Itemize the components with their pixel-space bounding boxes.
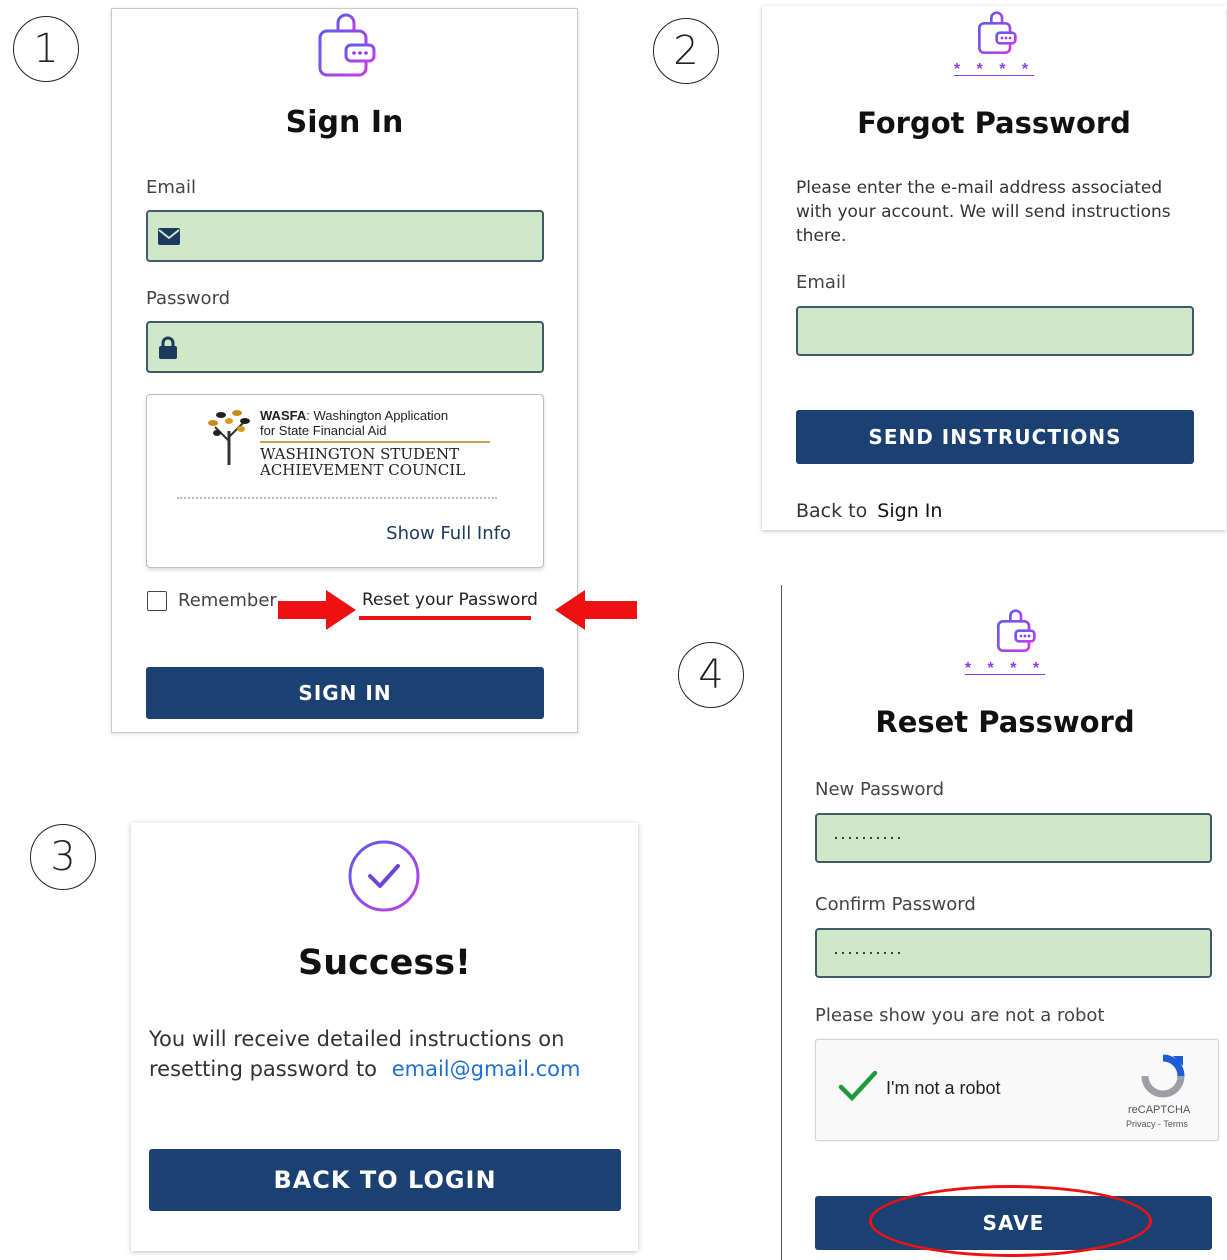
envelope-icon: [158, 228, 180, 245]
email-input[interactable]: [146, 210, 544, 262]
new-password-label: New Password: [815, 779, 945, 800]
forgot-email-input[interactable]: [796, 306, 1194, 356]
council-line-2: ACHIEVEMENT COUNCIL: [260, 461, 466, 479]
back-to-prefix: Back to: [796, 500, 868, 522]
wasfa-info-box: WASFA: Washington Application for State …: [146, 394, 544, 568]
success-line-1: You will receive detailed instructions o…: [149, 1027, 565, 1051]
back-to-row: Back to Sign In: [796, 500, 942, 522]
forgot-email-label: Email: [796, 272, 846, 293]
password-stars: * * * *: [953, 61, 1035, 78]
step-number-3: 3: [30, 824, 96, 890]
panel-divider-line: [781, 585, 782, 1260]
annotation-arrow-right: [555, 590, 637, 630]
forgot-panel: * * * * Forgot Password Please enter the…: [762, 6, 1226, 530]
forgot-title: Forgot Password: [857, 106, 1131, 140]
remember-label: Remember: [178, 590, 277, 611]
recaptcha-logo-icon: [1141, 1054, 1185, 1098]
remember-checkbox[interactable]: [147, 591, 167, 611]
confirm-password-label: Confirm Password: [815, 894, 976, 915]
captcha-links[interactable]: Privacy - Terms: [1126, 1119, 1188, 1129]
confirm-password-value: ··········: [833, 942, 903, 962]
step-number-4: 4: [678, 642, 744, 708]
success-email-link[interactable]: email@gmail.com: [392, 1057, 581, 1081]
step-number-1: 1: [13, 16, 79, 82]
wallet-lock-icon: [997, 609, 1036, 652]
captcha-brand: reCAPTCHA: [1128, 1104, 1191, 1116]
sign-in-button[interactable]: SIGN IN: [146, 667, 544, 719]
new-password-input[interactable]: ··········: [815, 813, 1212, 863]
wallet-lock-icon: [978, 11, 1017, 54]
signin-title: Sign In: [285, 105, 404, 140]
annotation-ellipse: [869, 1185, 1152, 1257]
recaptcha-widget[interactable]: I'm not a robot reCAPTCHA Privacy - Term…: [815, 1039, 1219, 1141]
captcha-label: I'm not a robot: [886, 1078, 1001, 1098]
annotation-arrow-left: [278, 590, 356, 630]
step-number-2: 2: [653, 18, 719, 84]
new-password-value: ··········: [833, 827, 903, 847]
wasfa-line-2: for State Financial Aid: [260, 423, 387, 438]
success-line-2-text: resetting password to: [149, 1057, 378, 1081]
password-label: Password: [146, 288, 231, 309]
back-to-signin-link[interactable]: Sign In: [877, 500, 942, 522]
check-circle-icon: [348, 840, 420, 912]
back-to-login-button[interactable]: BACK TO LOGIN: [149, 1149, 621, 1211]
show-full-info-link[interactable]: Show Full Info: [386, 523, 511, 544]
send-instructions-button[interactable]: SEND INSTRUCTIONS: [796, 410, 1194, 464]
annotation-underline: [359, 616, 531, 620]
password-stars: * * * *: [964, 660, 1046, 677]
success-title: Success!: [298, 943, 471, 983]
email-label: Email: [146, 177, 196, 198]
reset-panel: * * * * Reset Password New Password ····…: [783, 585, 1227, 1260]
tree-logo-icon: [208, 410, 250, 465]
success-panel: Success! You will receive detailed instr…: [131, 823, 638, 1251]
wasfa-line-1: WASFA: Washington Application: [260, 408, 449, 423]
confirm-password-input[interactable]: ··········: [815, 928, 1212, 978]
logo-divider: [260, 441, 490, 443]
password-input[interactable]: [146, 321, 544, 373]
wallet-lock-icon: [318, 13, 376, 77]
checkmark-icon[interactable]: [838, 1070, 878, 1102]
lock-icon: [159, 336, 177, 359]
reset-password-link[interactable]: Reset your Password: [362, 590, 538, 610]
success-line-2: resetting password to email@gmail.com: [149, 1057, 580, 1081]
info-fade-line: [177, 497, 497, 499]
robot-prompt: Please show you are not a robot: [815, 1005, 1105, 1026]
reset-title: Reset Password: [875, 705, 1135, 739]
forgot-description: Please enter the e-mail address associat…: [796, 178, 1171, 246]
